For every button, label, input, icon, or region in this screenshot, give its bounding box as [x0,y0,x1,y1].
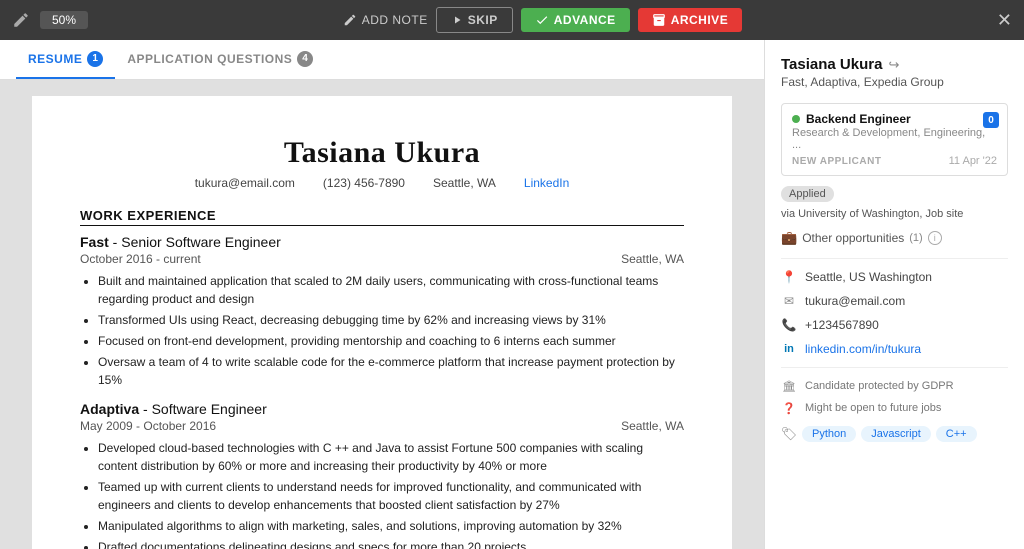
main-layout: RESUME 1 APPLICATION QUESTIONS 4 Tasiana… [0,40,1024,549]
bullet-1-0: Developed cloud-based technologies with … [98,439,684,475]
archive-button[interactable]: ARCHIVE [638,8,743,32]
job-company-1: Adaptiva [80,401,139,417]
job-title-line-1: Adaptiva - Software Engineer [80,401,684,417]
stage-num: 0 [983,112,999,128]
job-period-0: October 2016 - current [80,252,201,266]
other-opps-count: (1) [909,232,922,244]
share-icon[interactable]: ↪ [888,57,899,73]
future-icon: ❓ [781,400,797,416]
job-location-0: Seattle, WA [621,252,684,266]
resume-phone: (123) 456-7890 [323,176,405,190]
resume-document: Tasiana Ukura tukura@email.com (123) 456… [32,96,732,549]
bullet-1-2: Manipulated algorithms to align with mar… [98,517,684,535]
location-row: 📍 Seattle, US Washington [781,269,1008,285]
job-dash-0: - [109,234,121,250]
linkedin-icon: in [781,341,797,357]
stage-dot [792,115,800,123]
resume-tab-badge: 1 [87,51,103,67]
job-bullets-0: Built and maintained application that sc… [80,272,684,389]
tags-row: 🏷 Python Javascript C++ [781,426,1008,442]
sidebar-location: Seattle, US Washington [805,270,932,284]
tabs-bar: RESUME 1 APPLICATION QUESTIONS 4 [0,40,764,80]
topbar: ADD NOTE SKIP ADVANCE ARCHIVE ✕ [0,0,1024,40]
topbar-actions: ADD NOTE SKIP ADVANCE ARCHIVE [98,7,987,33]
tab-resume[interactable]: RESUME 1 [16,41,115,79]
bullet-0-3: Oversaw a team of 4 to write scalable co… [98,353,684,389]
phone-row: 📞 +1234567890 [781,317,1008,333]
job-title-1: Software Engineer [152,401,267,417]
other-opps-label: Other opportunities [802,231,904,245]
divider-2 [781,367,1008,368]
tag-2[interactable]: C++ [936,426,977,442]
email-icon: ✉ [781,293,797,309]
job-location-1: Seattle, WA [621,419,684,433]
tag-icon: 🏷 [781,426,797,442]
bullet-0-0: Built and maintained application that sc… [98,272,684,308]
job-period-1: May 2009 - October 2016 [80,419,216,433]
other-opportunities-row: 💼 Other opportunities (1) i [781,230,1008,246]
applied-via: via University of Washington, Job site [781,208,963,220]
resume-email: tukura@email.com [195,176,295,190]
work-experience-section: WORK EXPERIENCE Fast - Senior Software E… [80,208,684,549]
suitcase-icon: 💼 [781,230,797,246]
skip-button[interactable]: SKIP [436,7,513,33]
stage-date: 11 Apr '22 [949,155,997,167]
sidebar-linkedin[interactable]: linkedin.com/in/tukura [805,342,921,356]
stage-footer: NEW APPLICANT 11 Apr '22 [792,155,997,167]
stage-card[interactable]: Backend Engineer 0 Research & Developmen… [781,103,1008,176]
left-panel: RESUME 1 APPLICATION QUESTIONS 4 Tasiana… [0,40,764,549]
job-title-line-0: Fast - Senior Software Engineer [80,234,684,250]
gdpr-row: 🏛 Candidate protected by GDPR [781,378,1008,394]
job-title-0: Senior Software Engineer [121,234,281,250]
applied-row: Applied via University of Washington, Jo… [781,186,1008,220]
sidebar-candidate-name: Tasiana Ukura [781,56,882,73]
job-entry-0: Fast - Senior Software Engineer October … [80,234,684,389]
bullet-1-1: Teamed up with current clients to unders… [98,478,684,514]
stage-title: Backend Engineer [806,112,911,126]
sidebar-candidate-companies: Fast, Adaptiva, Expedia Group [781,75,1008,89]
work-experience-header: WORK EXPERIENCE [80,208,684,226]
bullet-0-2: Focused on front-end development, provid… [98,332,684,350]
resume-linkedin-link[interactable]: LinkedIn [524,176,569,190]
gdpr-text: Candidate protected by GDPR [805,380,954,392]
job-meta-0: October 2016 - current Seattle, WA [80,252,684,266]
resume-area: Tasiana Ukura tukura@email.com (123) 456… [0,80,764,549]
info-icon[interactable]: i [928,231,942,245]
sidebar-phone: +1234567890 [805,318,879,332]
applied-badge: Applied [781,186,834,202]
future-text: Might be open to future jobs [805,402,941,414]
tag-1[interactable]: Javascript [861,426,931,442]
tab-application-questions[interactable]: APPLICATION QUESTIONS 4 [115,41,325,79]
right-panel: Tasiana Ukura ↪ Fast, Adaptiva, Expedia … [764,40,1024,549]
email-row: ✉ tukura@email.com [781,293,1008,309]
job-bullets-1: Developed cloud-based technologies with … [80,439,684,549]
bullet-0-1: Transformed UIs using React, decreasing … [98,311,684,329]
app-logo [12,11,30,29]
job-dash-1: - [139,401,151,417]
close-button[interactable]: ✕ [997,10,1012,31]
job-meta-1: May 2009 - October 2016 Seattle, WA [80,419,684,433]
job-entry-1: Adaptiva - Software Engineer May 2009 - … [80,401,684,549]
new-applicant-badge: NEW APPLICANT [792,156,881,167]
resume-location: Seattle, WA [433,176,496,190]
sidebar-email: tukura@email.com [805,294,905,308]
job-company-0: Fast [80,234,109,250]
advance-button[interactable]: ADVANCE [521,8,630,32]
divider-1 [781,258,1008,259]
candidate-name-row: Tasiana Ukura ↪ [781,56,1008,73]
tag-0[interactable]: Python [802,426,856,442]
location-icon: 📍 [781,269,797,285]
zoom-input[interactable] [46,13,82,27]
future-jobs-row: ❓ Might be open to future jobs [781,400,1008,416]
add-note-button[interactable]: ADD NOTE [343,13,428,27]
bullet-1-3: Drafted documentations delineating desig… [98,538,684,549]
stage-dept: Research & Development, Engineering, ... [792,127,997,151]
app-questions-tab-badge: 4 [297,51,313,67]
resume-contact: tukura@email.com (123) 456-7890 Seattle,… [80,176,684,190]
resume-candidate-name: Tasiana Ukura [80,136,684,170]
linkedin-row: in linkedin.com/in/tukura [781,341,1008,357]
gdpr-icon: 🏛 [781,378,797,394]
phone-icon: 📞 [781,317,797,333]
zoom-control[interactable] [40,11,88,29]
